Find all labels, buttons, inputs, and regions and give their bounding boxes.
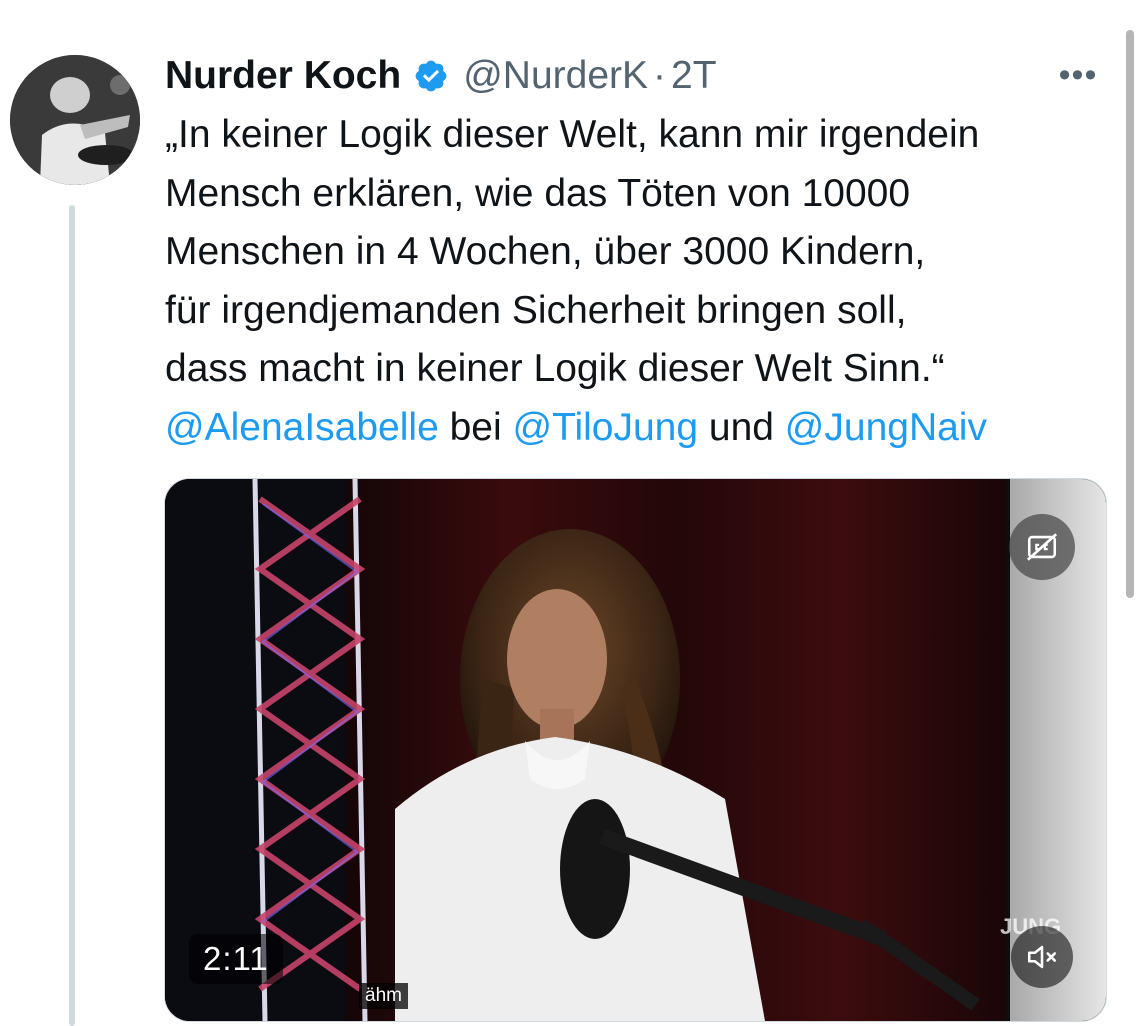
author-avatar[interactable] xyxy=(10,55,140,185)
author-handle[interactable]: @NurderK xyxy=(463,54,648,98)
avatar-image xyxy=(10,55,140,185)
volume-muted-icon xyxy=(1027,945,1057,969)
mention-link-jungnaiv[interactable]: @JungNaiv xyxy=(785,406,987,449)
tweet-text: „In keiner Logik dieser Welt, kann mir i… xyxy=(165,106,1115,457)
mention-joiner: und xyxy=(698,405,785,449)
video-frame: JUNG xyxy=(165,479,1106,1021)
tweet-timestamp[interactable]: 2T xyxy=(671,54,717,98)
mention-link-alenaisabelle[interactable]: @AlenaIsabelle xyxy=(165,406,439,449)
captions-button[interactable] xyxy=(1009,514,1075,580)
verified-badge-icon xyxy=(415,60,447,92)
more-options-icon[interactable]: ••• xyxy=(1056,56,1100,94)
page-scrollbar[interactable] xyxy=(1126,30,1134,598)
tweet-text-line: für irgendjemanden Sicherheit bringen so… xyxy=(165,288,907,332)
closed-captions-off-icon xyxy=(1026,533,1058,561)
mention-joiner: bei xyxy=(438,405,513,449)
mute-toggle-button[interactable] xyxy=(1011,926,1073,988)
video-duration-badge: 2:11 xyxy=(189,934,283,984)
tweet-text-line: Menschen in 4 Wochen, über 3000 Kindern, xyxy=(165,230,926,273)
mention-link-tilojung[interactable]: @TiloJung xyxy=(512,406,698,449)
tweet-text-line: Mensch erklären, wie das Töten von 10000 xyxy=(165,171,911,215)
video-player[interactable]: JUNG 2:11 ähm xyxy=(164,478,1107,1022)
tweet-text-line: dass macht in keiner Logik dieser Welt S… xyxy=(165,347,945,390)
video-subtitle: ähm xyxy=(359,983,408,1009)
thread-line xyxy=(69,205,75,1026)
tweet-text-line: „In keiner Logik dieser Welt, kann mir i… xyxy=(165,113,980,156)
tweet-mentions-line: @AlenaIsabelle bei @TiloJung und @JungNa… xyxy=(165,399,1115,458)
author-name[interactable]: Nurder Koch xyxy=(165,54,401,98)
tweet-header: Nurder Koch @NurderK · 2T xyxy=(165,48,717,104)
header-separator: · xyxy=(653,54,667,97)
